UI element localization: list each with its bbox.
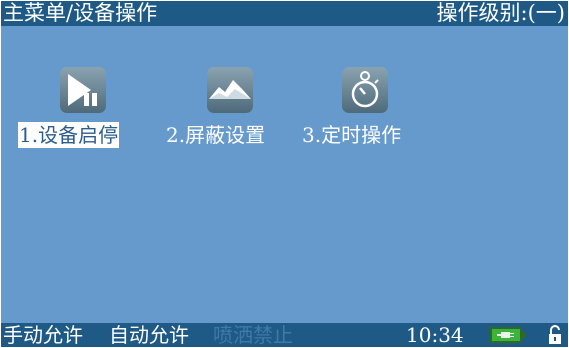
unlocked-icon[interactable] [547,325,563,345]
device-screen: 主菜单/设备操作 操作级别:(一) 1.设备启停 2.屏蔽设置 3.定时操作 手… [1,1,568,347]
battery-plug-icon [490,327,525,343]
operator-level: 操作级别:(一) [436,1,565,25]
title-bar: 主菜单/设备操作 操作级别:(一) [1,1,568,26]
menu-item-label: 1.设备启停 [18,122,120,148]
menu-item-mask-settings[interactable]: 2.屏蔽设置 [166,67,296,157]
mountain-icon [207,67,253,113]
clock: 10:34 [406,323,464,347]
stopwatch-icon [342,67,388,113]
menu-item-label: 3.定时操作 [302,123,402,147]
menu-item-label: 2.屏蔽设置 [166,123,266,147]
breadcrumb: 主菜单/设备操作 [3,1,158,25]
status-bar: 手动允许 自动允许 喷洒禁止 10:34 [1,323,568,347]
auto-status: 自动允许 [109,323,189,347]
menu-item-timed-operation[interactable]: 3.定时操作 [302,67,432,157]
play-pause-icon [60,67,106,113]
manual-status: 手动允许 [3,323,83,347]
spray-status: 喷洒禁止 [213,323,293,347]
menu-item-device-start-stop[interactable]: 1.设备启停 [18,67,148,157]
